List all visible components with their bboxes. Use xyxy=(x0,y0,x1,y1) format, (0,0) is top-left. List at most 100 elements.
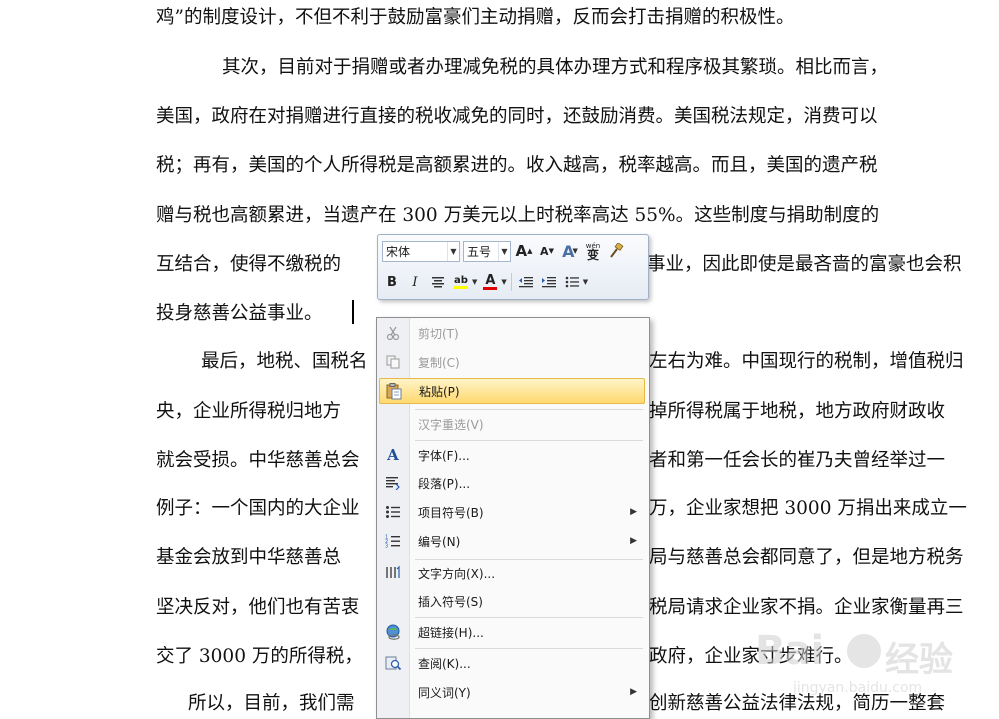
shrink-font-button[interactable]: A ▼ xyxy=(537,241,557,261)
menu-item-paragraph[interactable]: 段落(P)... xyxy=(379,470,645,496)
font-name-combo[interactable]: 宋体 ▼ xyxy=(382,240,460,262)
highlight-color-bar xyxy=(454,285,468,289)
grow-font-button[interactable]: A ▲ xyxy=(514,241,534,261)
menu-item-label: 同义词(Y) xyxy=(418,685,471,700)
paragraph-icon xyxy=(379,471,407,495)
bullets-button[interactable] xyxy=(562,272,582,292)
menu-separator xyxy=(415,648,643,649)
doc-line: 左右为难。中国现行的税制，增值税归 xyxy=(649,351,964,372)
doc-line: 交了 3000 万的所得税， xyxy=(156,646,363,667)
styles-button[interactable]: A ▼ xyxy=(560,241,580,261)
phonetic-char: 变 xyxy=(586,248,599,262)
menu-item-paste[interactable]: 粘贴(P) xyxy=(379,378,645,404)
menu-item-label: 编号(N) xyxy=(418,534,461,549)
paw-icon xyxy=(847,634,881,668)
doc-line: 税；再有，美国的个人所得税是高额累进的。收入越高，税率越高。而且，美国的遗产税 xyxy=(156,155,878,176)
doc-line: 坚决反对，他们也有苦衷 xyxy=(156,597,360,618)
center-align-button[interactable] xyxy=(428,272,448,292)
context-menu: 剪切(T) 复制(C) 粘贴(P) 汉字重选(V) A 字体(F)... 段落(… xyxy=(376,317,650,719)
menu-item-text-direction[interactable]: 文字方向(X)... xyxy=(379,560,645,586)
menu-item-label: 段落(P)... xyxy=(418,476,471,491)
chevron-down-icon[interactable]: ▼ xyxy=(501,278,506,286)
doc-line: 就会受损。中华慈善总会 xyxy=(156,450,360,471)
menu-item-numbering[interactable]: 123 编号(N) ▶ xyxy=(379,528,645,554)
doc-line: 央，企业所得税归地方 xyxy=(156,401,342,422)
menu-item-reconvert[interactable]: 汉字重选(V) xyxy=(379,411,645,437)
menu-item-label: 超链接(H)... xyxy=(418,625,484,640)
doc-line: 例子：一个国内的大企业 xyxy=(156,498,360,519)
doc-line: 税局请求企业家不捐。企业家衡量再三 xyxy=(649,597,964,618)
doc-line: 万，企业家想把 3000 万捐出来成立一 xyxy=(649,498,967,519)
menu-item-label: 项目符号(B) xyxy=(418,505,484,520)
font-color-bar xyxy=(483,286,498,290)
menu-item-cut[interactable]: 剪切(T) xyxy=(379,320,645,346)
italic-button[interactable]: I xyxy=(405,272,425,292)
format-painter-button[interactable] xyxy=(606,241,626,261)
watermark-brand-cn: 经验 xyxy=(885,640,953,680)
doc-line: 基金会放到中华慈善总 xyxy=(156,547,342,568)
bullets-icon xyxy=(565,276,579,288)
scissors-icon xyxy=(379,321,407,345)
text-direction-icon xyxy=(379,561,407,585)
doc-line: 互结合，使得不缴税的 xyxy=(156,254,342,275)
menu-item-copy[interactable]: 复制(C) xyxy=(379,349,645,375)
hyperlink-icon xyxy=(379,620,407,644)
font-icon: A xyxy=(387,446,399,464)
menu-separator xyxy=(415,409,643,410)
highlight-button[interactable]: ab xyxy=(451,272,471,292)
menu-item-label: 字体(F)... xyxy=(418,448,470,463)
shrink-font-icon: A xyxy=(540,244,549,258)
chevron-down-icon[interactable]: ▼ xyxy=(447,241,459,261)
bullets-icon xyxy=(379,500,407,524)
menu-item-label: 文字方向(X)... xyxy=(418,566,496,581)
increase-indent-icon xyxy=(541,277,556,288)
menu-item-hyperlink[interactable]: 超链接(H)... xyxy=(379,619,645,645)
doc-line: 鸡”的制度设计，不但不利于鼓励富豪们主动捐赠，反而会打击捐赠的积极性。 xyxy=(156,7,795,28)
baidu-jingyan-watermark: Bai 经验 jingyan.baidu.com xyxy=(755,624,990,704)
font-color-button[interactable]: A xyxy=(480,272,500,292)
format-painter-icon xyxy=(610,243,624,258)
menu-item-label: 复制(C) xyxy=(418,355,460,370)
menu-item-label: 粘贴(P) xyxy=(419,384,460,399)
svg-text:3: 3 xyxy=(385,544,388,549)
menu-item-label: 剪切(T) xyxy=(418,326,459,341)
center-align-icon xyxy=(432,277,444,288)
menu-separator xyxy=(415,440,643,441)
bold-icon: B xyxy=(387,274,397,290)
phonetic-guide-button[interactable]: wén 变 xyxy=(583,241,603,261)
doc-line: 者和第一任会长的崔乃夫曾经举过一 xyxy=(649,450,946,471)
lookup-icon xyxy=(379,651,407,675)
menu-item-font[interactable]: A 字体(F)... xyxy=(379,442,645,468)
doc-line: 美国，政府在对捐赠进行直接的税收减免的同时，还鼓励消费。美国税法规定，消费可以 xyxy=(156,106,878,127)
menu-item-label: 汉字重选(V) xyxy=(418,417,484,432)
paste-icon xyxy=(380,379,408,403)
chevron-down-icon[interactable]: ▼ xyxy=(472,278,477,286)
watermark-url: jingyan.baidu.com xyxy=(793,680,923,696)
menu-item-insert-symbol[interactable]: 插入符号(S) xyxy=(379,588,645,614)
chevron-down-icon[interactable]: ▼ xyxy=(498,241,510,261)
mini-toolbar: 宋体 ▼ 五号 ▼ A ▲ A ▼ A ▼ wén 变 B I ab ▼ A ▼… xyxy=(377,234,649,300)
doc-line: 其次，目前对于捐赠或者办理减免税的具体办理方式和程序极其繁琐。相比而言， xyxy=(222,57,889,78)
font-size-combo[interactable]: 五号 ▼ xyxy=(463,240,511,262)
menu-item-synonyms[interactable]: 同义词(Y) ▶ xyxy=(379,679,645,705)
decrease-indent-button[interactable] xyxy=(516,272,536,292)
submenu-arrow-icon: ▶ xyxy=(630,536,637,546)
doc-line: 赠与税也高额累进，当遗产在 300 万美元以上时税率高达 55%。这些制度与捐助… xyxy=(156,205,880,226)
increase-indent-button[interactable] xyxy=(539,272,559,292)
font-color-icon: A xyxy=(485,272,496,288)
numbering-icon: 123 xyxy=(379,529,407,553)
menu-item-label: 插入符号(S) xyxy=(418,594,483,609)
menu-item-label: 查阅(K)... xyxy=(418,656,471,671)
menu-item-bullets[interactable]: 项目符号(B) ▶ xyxy=(379,499,645,525)
bold-button[interactable]: B xyxy=(382,272,402,292)
decrease-indent-icon xyxy=(518,277,533,288)
menu-separator xyxy=(415,617,643,618)
doc-line: 事业，因此即使是最吝啬的富豪也会积 xyxy=(647,254,962,275)
grow-font-icon: A xyxy=(515,242,528,260)
chevron-down-icon[interactable]: ▼ xyxy=(583,278,588,286)
font-name-value: 宋体 xyxy=(386,244,411,259)
doc-line: 局与慈善总会都同意了，但是地方税务 xyxy=(649,547,964,568)
menu-item-lookup[interactable]: 查阅(K)... xyxy=(379,650,645,676)
font-size-value: 五号 xyxy=(467,244,492,259)
italic-icon: I xyxy=(412,274,418,290)
